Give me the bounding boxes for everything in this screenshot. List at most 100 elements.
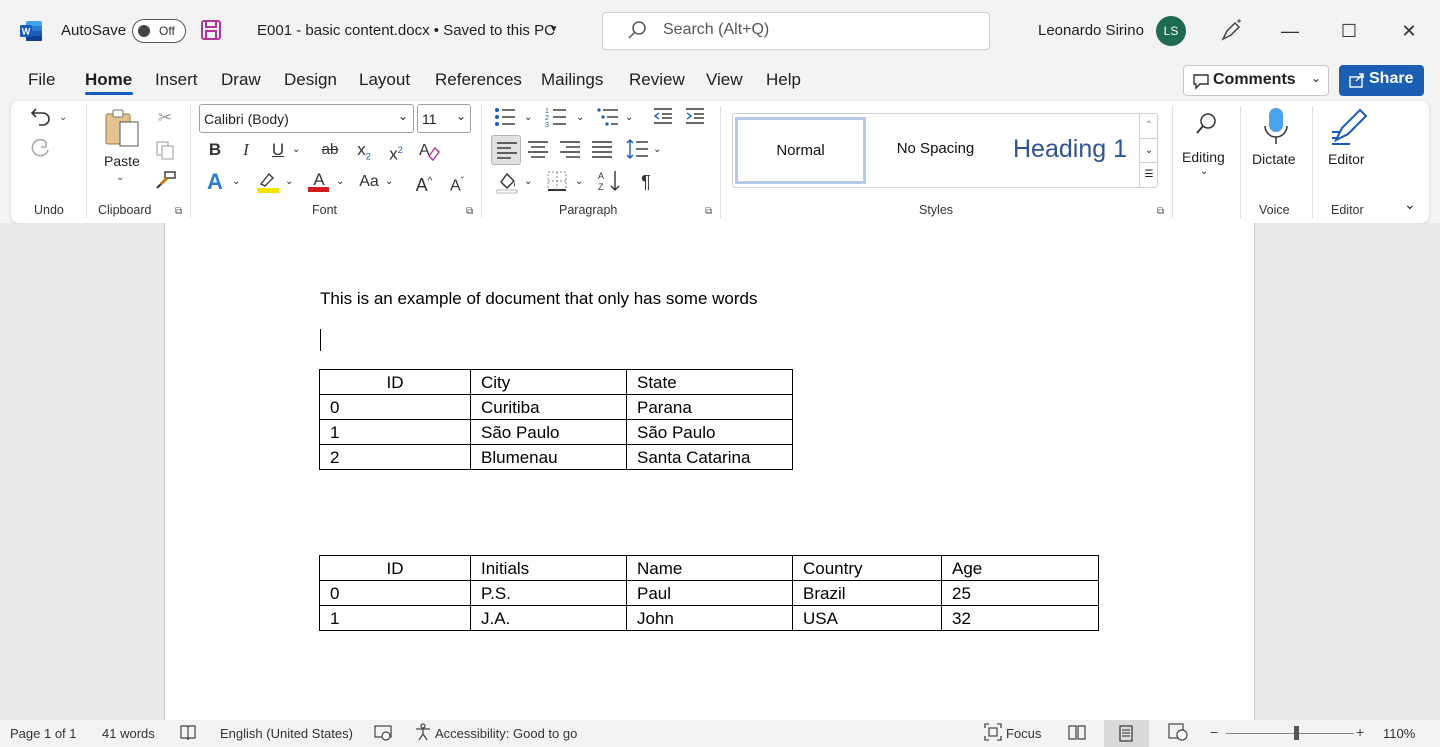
chevron-down-icon[interactable]: ⌄ xyxy=(232,176,240,187)
scroll-down-icon[interactable]: ⌄ xyxy=(1140,138,1158,162)
zoom-slider[interactable] xyxy=(1226,726,1354,740)
dialog-launcher-icon[interactable]: ⧉ xyxy=(466,206,473,217)
table-cell[interactable]: 32 xyxy=(941,605,1099,631)
proofing-book-icon[interactable] xyxy=(179,724,197,744)
format-painter-icon[interactable] xyxy=(155,170,177,193)
editing-label[interactable]: Editing xyxy=(1182,149,1225,165)
table-cell[interactable]: J.A. xyxy=(470,605,627,631)
scroll-up-icon[interactable]: ⌃ xyxy=(1140,114,1158,138)
shrink-font-button[interactable]: Aˇ xyxy=(445,170,469,194)
tab-home[interactable]: Home xyxy=(85,70,132,94)
document-paragraph[interactable]: This is an example of document that only… xyxy=(320,289,758,309)
editor-label[interactable]: Editor xyxy=(1328,151,1365,167)
subscript-button[interactable]: x2 xyxy=(352,138,376,162)
chevron-down-icon[interactable]: ⌄ xyxy=(336,176,344,187)
editing-search-icon[interactable] xyxy=(1195,112,1217,139)
zoom-level[interactable]: 110% xyxy=(1383,726,1415,741)
line-spacing-icon[interactable] xyxy=(625,138,649,163)
accessibility-icon[interactable] xyxy=(414,723,432,744)
close-icon[interactable]: ✕ xyxy=(1394,16,1424,46)
font-size-combo[interactable]: 11 ⌄ xyxy=(417,104,471,133)
tab-draw[interactable]: Draw xyxy=(221,70,261,94)
italic-button[interactable]: I xyxy=(234,138,258,162)
table-header-cell[interactable]: ID xyxy=(319,369,471,395)
table-cell[interactable]: John xyxy=(626,605,793,631)
dialog-launcher-icon[interactable]: ⧉ xyxy=(175,206,182,217)
table-cell[interactable]: Blumenau xyxy=(470,444,627,470)
tab-file[interactable]: File xyxy=(28,70,55,94)
chevron-down-icon[interactable]: ⌄ xyxy=(625,112,633,123)
table-cell[interactable]: Curitiba xyxy=(470,394,627,420)
align-left-button[interactable] xyxy=(491,135,521,165)
bullets-icon[interactable] xyxy=(492,106,518,130)
table-cell[interactable]: Parana xyxy=(626,394,793,420)
editor-pen-icon[interactable] xyxy=(1328,106,1370,151)
table-cell[interactable]: Santa Catarina xyxy=(626,444,793,470)
language-indicator[interactable]: English (United States) xyxy=(220,726,353,741)
cut-icon[interactable]: ✂ xyxy=(153,106,177,130)
table-cell[interactable]: USA xyxy=(792,605,942,631)
table-header-cell[interactable]: Age xyxy=(941,555,1099,581)
zoom-slider-thumb[interactable] xyxy=(1294,726,1299,740)
tab-review[interactable]: Review xyxy=(629,70,685,94)
designer-pen-icon[interactable] xyxy=(1219,19,1243,46)
city-table[interactable]: ID City State 0 Curitiba Parana 1 São Pa… xyxy=(319,369,793,470)
read-mode-icon[interactable] xyxy=(1068,724,1086,743)
text-predictions-icon[interactable] xyxy=(374,724,392,744)
maximize-icon[interactable]: ☐ xyxy=(1334,16,1364,46)
chevron-down-icon[interactable]: ⌄ xyxy=(292,144,300,155)
avatar[interactable]: LS xyxy=(1156,16,1186,46)
tab-insert[interactable]: Insert xyxy=(155,70,198,94)
table-cell[interactable]: São Paulo xyxy=(470,419,627,445)
table-header-cell[interactable]: Initials xyxy=(470,555,627,581)
sort-icon[interactable]: AZ xyxy=(597,168,623,197)
autosave-toggle[interactable]: Off xyxy=(132,19,186,43)
tab-layout[interactable]: Layout xyxy=(359,70,410,94)
chevron-down-icon[interactable]: ⌄ xyxy=(576,112,584,123)
chevron-down-icon[interactable]: ⌄ xyxy=(1200,166,1208,177)
minimize-icon[interactable]: — xyxy=(1275,16,1305,46)
highlight-icon[interactable] xyxy=(255,170,281,197)
focus-label[interactable]: Focus xyxy=(1006,726,1041,741)
tab-references[interactable]: References xyxy=(435,70,522,94)
tab-help[interactable]: Help xyxy=(766,70,801,94)
borders-icon[interactable] xyxy=(546,170,568,195)
justify-icon[interactable] xyxy=(591,140,613,161)
align-right-icon[interactable] xyxy=(559,140,581,161)
table-cell[interactable]: 0 xyxy=(319,580,471,606)
styles-more-icon[interactable]: ☰ xyxy=(1140,162,1158,185)
tab-design[interactable]: Design xyxy=(284,70,337,94)
tab-mailings[interactable]: Mailings xyxy=(541,70,603,94)
dialog-launcher-icon[interactable]: ⧉ xyxy=(1157,206,1164,217)
chevron-down-icon[interactable]: ⌄ xyxy=(116,172,124,183)
dialog-launcher-icon[interactable]: ⧉ xyxy=(705,206,712,217)
table-cell[interactable]: 0 xyxy=(319,394,471,420)
web-layout-icon[interactable] xyxy=(1168,723,1188,744)
redo-icon[interactable] xyxy=(29,138,53,162)
chevron-down-icon[interactable]: ⌄ xyxy=(524,176,532,187)
chevron-down-icon[interactable]: ⌄ xyxy=(385,176,393,187)
ribbon-collapse-icon[interactable]: ⌄ xyxy=(1404,196,1416,213)
table-header-cell[interactable]: State xyxy=(626,369,793,395)
table-cell[interactable]: P.S. xyxy=(470,580,627,606)
decrease-indent-icon[interactable] xyxy=(651,106,675,130)
align-center-icon[interactable] xyxy=(527,140,549,161)
numbering-icon[interactable]: 123 xyxy=(543,106,569,130)
shading-icon[interactable] xyxy=(495,170,519,197)
microphone-icon[interactable] xyxy=(1262,106,1290,151)
tab-view[interactable]: View xyxy=(706,70,743,94)
table-cell[interactable]: Brazil xyxy=(792,580,942,606)
table-cell[interactable]: 2 xyxy=(319,444,471,470)
person-table[interactable]: ID Initials Name Country Age 0 P.S. Paul… xyxy=(319,555,1099,631)
superscript-button[interactable]: x2 xyxy=(384,138,408,164)
clear-formatting-icon[interactable]: A xyxy=(417,138,441,165)
increase-indent-icon[interactable] xyxy=(683,106,707,130)
table-header-cell[interactable]: City xyxy=(470,369,627,395)
strikethrough-button[interactable]: ab xyxy=(316,138,344,162)
chevron-down-icon[interactable]: ⌄ xyxy=(575,176,583,187)
multilevel-list-icon[interactable] xyxy=(595,106,621,130)
chevron-down-icon[interactable]: ⌄ xyxy=(59,112,67,123)
show-formatting-icon[interactable]: ¶ xyxy=(635,170,657,194)
copy-icon[interactable] xyxy=(155,140,175,163)
print-layout-button[interactable] xyxy=(1104,720,1149,747)
